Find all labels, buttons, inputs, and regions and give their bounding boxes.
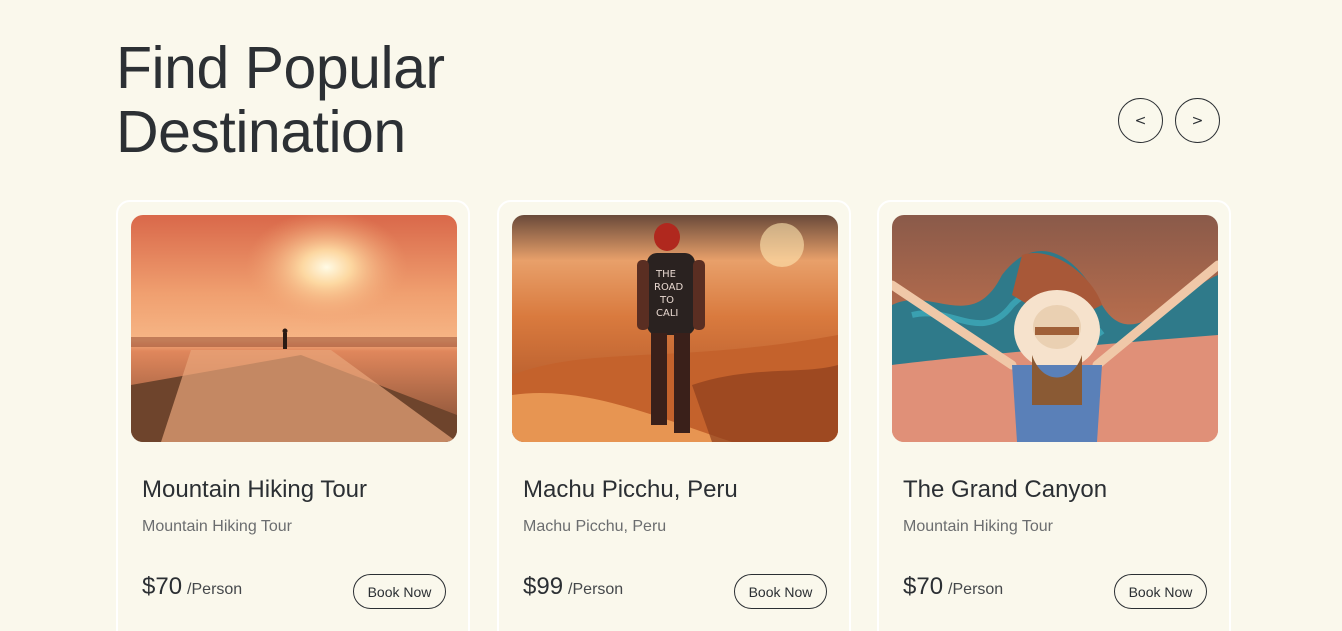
destination-card: THE ROAD TO CALI Machu Picchu, Peru Mach… xyxy=(497,200,851,631)
price-unit: /Person xyxy=(568,581,624,598)
svg-text:TO: TO xyxy=(659,295,674,306)
page-title-line-2: Destination xyxy=(116,99,406,165)
svg-text:CALI: CALI xyxy=(656,308,678,319)
page-title-line-1: Find Popular xyxy=(116,35,445,101)
book-now-button[interactable]: Book Now xyxy=(734,574,827,609)
card-subtitle: Machu Picchu, Peru xyxy=(523,518,667,535)
svg-text:ROAD: ROAD xyxy=(654,282,683,293)
book-now-button[interactable]: Book Now xyxy=(353,574,446,609)
card-subtitle: Mountain Hiking Tour xyxy=(903,518,1054,535)
svg-text:THE: THE xyxy=(655,269,676,280)
canyon-traveler-photo xyxy=(892,215,1218,442)
book-now-button[interactable]: Book Now xyxy=(1114,574,1207,609)
sunset-pier-photo xyxy=(131,215,457,442)
carousel-prev-button[interactable]: < xyxy=(1118,98,1163,143)
card-price: $99/Person xyxy=(523,573,623,601)
price-amount: $99 xyxy=(523,573,564,600)
card-subtitle: Mountain Hiking Tour xyxy=(142,518,293,535)
card-title: The Grand Canyon xyxy=(903,476,1108,503)
card-title: Mountain Hiking Tour xyxy=(142,476,368,503)
page-title: Find Popular Destination xyxy=(116,36,445,164)
price-amount: $70 xyxy=(903,573,944,600)
page: Find Popular Destination < > Mountain Hi… xyxy=(0,0,1342,631)
destination-card: Mountain Hiking Tour Mountain Hiking Tou… xyxy=(116,200,470,631)
desert-traveler-photo: THE ROAD TO CALI xyxy=(512,215,838,442)
card-price: $70/Person xyxy=(142,573,242,601)
price-unit: /Person xyxy=(948,581,1004,598)
card-title: Machu Picchu, Peru xyxy=(523,476,738,503)
price-amount: $70 xyxy=(142,573,183,600)
carousel-next-button[interactable]: > xyxy=(1175,98,1220,143)
card-price: $70/Person xyxy=(903,573,1003,601)
destination-card: The Grand Canyon Mountain Hiking Tour $7… xyxy=(877,200,1231,631)
price-unit: /Person xyxy=(187,581,243,598)
